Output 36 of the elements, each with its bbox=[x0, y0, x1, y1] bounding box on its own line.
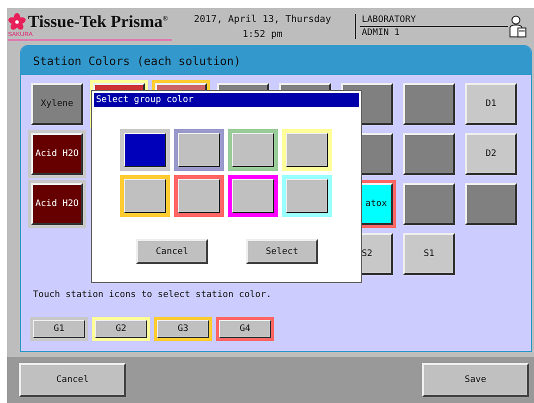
color-swatch[interactable] bbox=[174, 175, 224, 217]
user-text: ADMIN 1 bbox=[360, 27, 401, 39]
instruction-text: Touch station icons to select station color. bbox=[33, 290, 272, 300]
color-swatch[interactable] bbox=[282, 175, 332, 217]
group-button[interactable]: G2 bbox=[92, 317, 150, 341]
station-tile[interactable] bbox=[403, 83, 455, 125]
select-button[interactable]: Select bbox=[246, 239, 318, 264]
time-text: 1:52 pm bbox=[242, 28, 282, 42]
date-text: 2017, April 13, Thursday bbox=[194, 12, 332, 26]
group-button[interactable]: G1 bbox=[30, 317, 88, 341]
cancel-button[interactable]: Cancel bbox=[19, 363, 126, 397]
station-tile[interactable]: Xylene bbox=[31, 83, 83, 125]
station-tile[interactable] bbox=[403, 183, 455, 225]
station-tile[interactable]: D1 bbox=[465, 83, 517, 125]
group-button[interactable]: G3 bbox=[154, 317, 212, 341]
station-tile[interactable]: Acid H2O bbox=[31, 133, 83, 175]
flower-icon bbox=[8, 13, 26, 31]
color-swatch[interactable] bbox=[120, 129, 170, 171]
panel-title: Station Colors (each solution) bbox=[21, 46, 531, 75]
station-tile[interactable]: S1 bbox=[403, 233, 455, 275]
station-tile[interactable] bbox=[465, 183, 517, 225]
user-icon[interactable] bbox=[508, 14, 528, 38]
station-tile[interactable]: Acid H2O bbox=[31, 183, 83, 225]
location-text: LABORATORY bbox=[360, 14, 508, 27]
dialog-title: Select group color bbox=[94, 93, 359, 107]
color-swatch[interactable] bbox=[282, 129, 332, 171]
cancel-button[interactable]: Cancel bbox=[136, 239, 208, 264]
station-tile[interactable] bbox=[403, 133, 455, 175]
station-tile[interactable]: D2 bbox=[465, 133, 517, 175]
color-swatch[interactable] bbox=[174, 129, 224, 171]
color-swatch[interactable] bbox=[228, 129, 278, 171]
group-button[interactable]: G4 bbox=[216, 317, 274, 341]
save-button[interactable]: Save bbox=[422, 363, 529, 397]
color-swatch[interactable] bbox=[228, 175, 278, 217]
brand-name: Tissue-Tek Prisma$^{®}$ bbox=[28, 12, 168, 32]
color-swatch[interactable] bbox=[120, 175, 170, 217]
